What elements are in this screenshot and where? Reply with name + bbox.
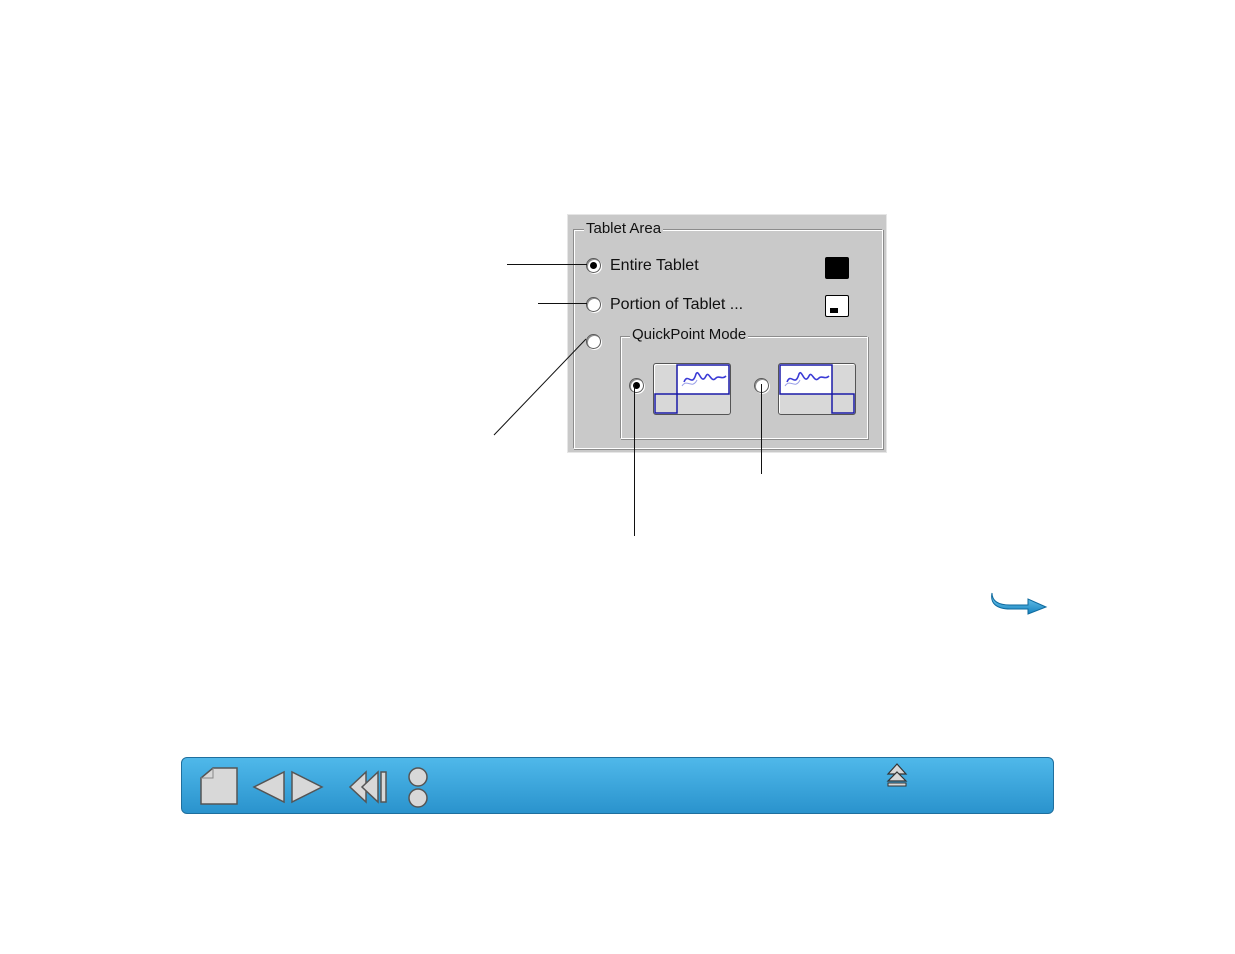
portion-of-tablet-label: Portion of Tablet ...: [610, 296, 744, 313]
quickpoint-right-diagram-icon: [779, 364, 855, 414]
entire-tablet-label: Entire Tablet: [610, 257, 699, 274]
filled-square-icon: [825, 257, 849, 279]
info-icon[interactable]: [406, 766, 430, 810]
quickpoint-left-leader-line: [634, 384, 635, 536]
next-page-arrow-icon[interactable]: [988, 587, 1050, 615]
entire-tablet-radio[interactable]: [586, 258, 601, 273]
quickpoint-mode-title: QuickPoint Mode: [630, 326, 749, 344]
forward-arrow-icon[interactable]: [290, 770, 324, 804]
first-page-icon[interactable]: [348, 770, 392, 804]
partial-square-icon: [825, 295, 849, 317]
tablet-area-title: Tablet Area: [584, 220, 664, 238]
home-icon[interactable]: [199, 766, 239, 806]
quickpoint-right-button[interactable]: [778, 363, 856, 415]
tablet-area-panel: Tablet Area Entire Tablet Portion of Tab…: [567, 214, 887, 453]
back-arrow-icon[interactable]: [252, 770, 286, 804]
quickpoint-left-button[interactable]: [653, 363, 731, 415]
portion-of-tablet-leader-line: [538, 303, 587, 304]
quickpoint-left-radio[interactable]: [629, 378, 644, 393]
quickpoint-left-diagram-icon: [654, 364, 730, 414]
portion-of-tablet-radio[interactable]: [586, 297, 601, 312]
quickpoint-right-leader-line: [761, 384, 762, 474]
eject-icon[interactable]: [886, 762, 908, 788]
entire-tablet-leader-line: [507, 264, 587, 265]
quickpoint-mode-leader-line: [493, 338, 587, 436]
navigation-bar: [181, 757, 1054, 814]
